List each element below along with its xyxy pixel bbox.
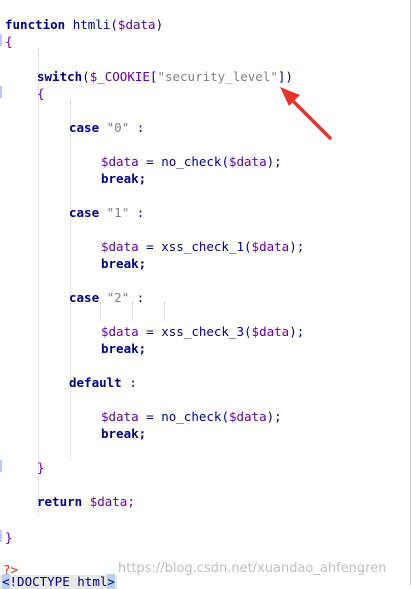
function-call: xss_check_3 [161, 324, 245, 339]
code-line-break-2: break; [101, 340, 146, 357]
function-arg: $data [228, 154, 267, 169]
code-line-switch-close-brace: } [37, 459, 45, 476]
gutter-fold-marker [0, 530, 2, 542]
case-colon: : [136, 290, 145, 305]
break-keyword: break; [101, 256, 147, 271]
break-keyword: break; [101, 341, 147, 356]
code-line-case-2: case "2" : [69, 289, 144, 306]
indent-guide [164, 302, 165, 322]
code-line-break-1: break; [101, 255, 146, 272]
case-value: "1" [106, 205, 130, 220]
gutter-fold-marker [0, 86, 2, 98]
doctype-close-bracket: > [107, 574, 115, 589]
case-value: "2" [106, 290, 130, 305]
function-param: $data [117, 17, 156, 32]
code-line-doctype: <!DOCTYPE html> [0, 574, 117, 589]
code-line-switch: switch($_COOKIE["security_level"]) [37, 69, 293, 84]
assign-variable: $data [101, 154, 139, 169]
annotation-arrow-icon [280, 87, 332, 140]
watermark: https://blog.csdn.net/xuandao_ahfengren [118, 561, 387, 576]
function-keyword: function [5, 17, 66, 32]
doctype-text: !DOCTYPE html [9, 574, 108, 589]
indent-guide [70, 100, 71, 460]
gutter-fold-marker [0, 34, 2, 46]
break-keyword: break; [101, 426, 147, 441]
code-line-return: return $data; [37, 493, 135, 510]
case-colon: : [136, 205, 145, 220]
code-editor[interactable]: function htmli($data) { switch($_COOKIE[… [0, 0, 411, 589]
function-arg: $data [251, 239, 290, 254]
function-call: xss_check_1 [161, 239, 245, 254]
assign-variable: $data [101, 239, 139, 254]
switch-keyword: switch [37, 69, 83, 84]
open-brace: { [37, 86, 45, 101]
code-line-open-brace: { [5, 33, 13, 50]
code-line-function-signature: function htmli($data) [5, 17, 164, 32]
code-line-assign-2: $data = xss_check_3($data); [101, 324, 305, 339]
indent-guide [38, 48, 39, 516]
doctype-open-bracket: < [2, 574, 10, 589]
code-line-break-default: break; [101, 425, 146, 442]
return-variable: $data; [89, 494, 135, 509]
close-brace: } [37, 460, 45, 475]
open-brace: { [5, 34, 13, 49]
cookie-variable: $_COOKIE [89, 69, 150, 84]
cookie-key-string: "security_level" [157, 69, 278, 84]
code-line-assign-1: $data = xss_check_1($data); [101, 239, 305, 254]
function-name: htmli [72, 17, 111, 32]
code-line-case-1: case "1" : [69, 204, 144, 221]
code-line-assign-0: $data = no_check($data); [101, 154, 282, 169]
assign-variable: $data [101, 409, 139, 424]
return-keyword: return [37, 494, 83, 509]
gutter-fold-marker [0, 460, 2, 472]
default-colon: : [129, 375, 137, 390]
function-arg: $data [228, 409, 267, 424]
function-arg: $data [251, 324, 290, 339]
code-line-switch-open-brace: { [37, 85, 45, 102]
function-call: no_check [161, 409, 222, 424]
assign-variable: $data [101, 324, 139, 339]
code-line-close-brace: } [5, 529, 13, 546]
case-colon: : [136, 120, 145, 135]
case-value: "0" [106, 120, 130, 135]
default-keyword: default [69, 375, 122, 390]
case-keyword: case [69, 205, 100, 220]
break-keyword: break; [101, 171, 147, 186]
code-line-assign-default: $data = no_check($data); [101, 409, 282, 424]
code-line-break-0: break; [101, 170, 146, 187]
code-line-default: default : [69, 374, 137, 391]
function-call: no_check [161, 154, 222, 169]
code-line-case-0: case "0" : [69, 119, 144, 136]
close-brace: } [5, 530, 13, 545]
case-keyword: case [69, 290, 100, 305]
case-keyword: case [69, 120, 100, 135]
